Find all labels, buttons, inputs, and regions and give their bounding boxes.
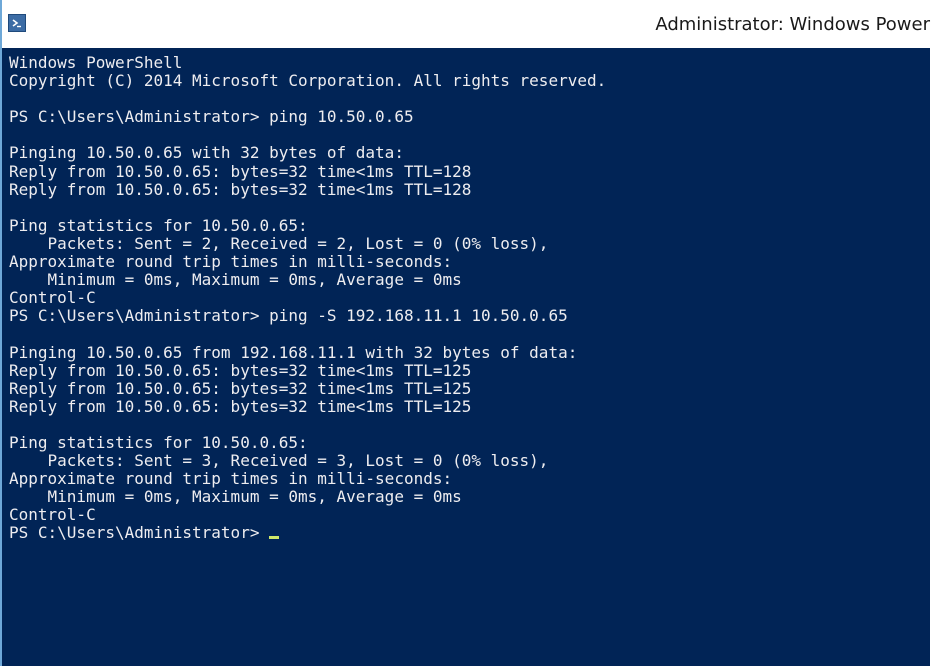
console-line: Reply from 10.50.0.65: bytes=32 time<1ms… [9,378,472,398]
console-area[interactable]: Windows PowerShell Copyright (C) 2014 Mi… [2,48,930,666]
console-line: PS C:\Users\Administrator> ping -S 192.1… [9,306,568,326]
powershell-icon[interactable] [8,14,26,32]
console-line: Control-C [9,505,96,525]
powershell-window: Administrator: Windows Power Windows Pow… [0,0,930,666]
console-line: Reply from 10.50.0.65: bytes=32 time<1ms… [9,179,472,199]
console-line: Packets: Sent = 2, Received = 2, Lost = … [9,233,549,253]
title-bar[interactable]: Administrator: Windows Power [2,0,930,48]
console-output: Windows PowerShell Copyright (C) 2014 Mi… [9,53,606,543]
console-line: Pinging 10.50.0.65 from 192.168.11.1 wit… [9,342,578,362]
window-title: Administrator: Windows Power [655,14,930,35]
console-line: Approximate round trip times in milli-se… [9,252,453,272]
console-line: Minimum = 0ms, Maximum = 0ms, Average = … [9,487,462,507]
console-line: Reply from 10.50.0.65: bytes=32 time<1ms… [9,161,472,181]
console-line: Control-C [9,288,96,308]
console-line: Reply from 10.50.0.65: bytes=32 time<1ms… [9,396,472,416]
console-line: Ping statistics for 10.50.0.65: [9,215,308,235]
console-line: Packets: Sent = 3, Received = 3, Lost = … [9,451,549,471]
console-prompt: PS C:\Users\Administrator> [9,523,270,543]
console-history: Windows PowerShell Copyright (C) 2014 Mi… [9,53,606,524]
console-line: Pinging 10.50.0.65 with 32 bytes of data… [9,143,404,163]
console-line: Copyright (C) 2014 Microsoft Corporation… [9,71,607,91]
console-line: Approximate round trip times in milli-se… [9,469,453,489]
console-line: Minimum = 0ms, Maximum = 0ms, Average = … [9,270,462,290]
console-line: Reply from 10.50.0.65: bytes=32 time<1ms… [9,360,472,380]
text-cursor [269,536,280,540]
console-line: Windows PowerShell [9,53,183,72]
console-line: PS C:\Users\Administrator> ping 10.50.0.… [9,107,414,127]
console-line: Ping statistics for 10.50.0.65: [9,432,308,452]
